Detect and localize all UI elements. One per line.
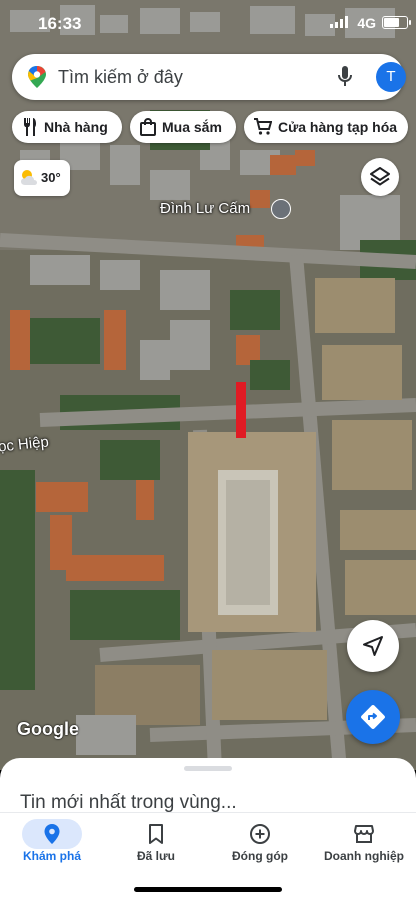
chip-label: Mua sắm [162, 119, 222, 135]
layers-button[interactable] [361, 158, 399, 196]
layers-icon [370, 167, 390, 186]
chip-grocery[interactable]: Cửa hàng tạp hóa [244, 111, 408, 143]
tab-icon-container [22, 819, 82, 849]
network-type: 4G [357, 15, 376, 31]
place-label[interactable]: Đình Lư Cấm [160, 200, 250, 217]
search-input[interactable]: Tìm kiếm ở đây [58, 67, 183, 88]
partly-cloudy-icon [21, 170, 37, 185]
weather-badge[interactable]: 30° [14, 160, 70, 196]
search-bar[interactable]: Tìm kiếm ở đây T [12, 54, 406, 100]
add-circle-icon [250, 824, 270, 844]
chip-restaurants[interactable]: Nhà hàng [12, 111, 122, 143]
account-avatar[interactable]: T [376, 62, 406, 92]
tab-label: Doanh nghiệp [324, 849, 404, 863]
bottom-navigation: Khám phá Đã lưu Đóng góp Doanh nghiệp [0, 812, 416, 901]
directions-button[interactable] [346, 690, 400, 744]
tab-label: Đã lưu [136, 849, 176, 863]
bookmark-icon [149, 824, 163, 844]
storefront-icon [354, 825, 374, 843]
battery-icon [382, 16, 411, 29]
shopping-bag-icon [140, 118, 156, 136]
status-bar: 16:33 4G [0, 0, 416, 44]
restaurant-icon [24, 118, 36, 136]
tab-label: Đóng góp [232, 849, 288, 863]
tab-icon-container [126, 819, 186, 849]
chip-label: Cửa hàng tạp hóa [278, 119, 398, 135]
tab-business[interactable]: Doanh nghiệp [312, 813, 416, 873]
directions-icon [361, 705, 385, 729]
tab-explore[interactable]: Khám phá [0, 813, 104, 873]
pin-marker-shape [236, 382, 246, 438]
landmark-icon[interactable] [271, 199, 291, 219]
my-location-button[interactable] [347, 620, 399, 672]
chip-shopping[interactable]: Mua sắm [130, 111, 236, 143]
signal-icon [330, 16, 348, 28]
weather-temp: 30° [41, 170, 61, 185]
navigation-arrow-icon [363, 636, 383, 656]
google-logo: Google [17, 719, 79, 739]
status-time: 16:33 [38, 14, 82, 33]
tab-contribute[interactable]: Đóng góp [208, 813, 312, 873]
explore-pin-icon [44, 824, 60, 844]
latest-news-title: Tin mới nhất trong vùng... [20, 792, 237, 813]
home-indicator[interactable] [134, 887, 282, 892]
mic-icon[interactable] [337, 66, 353, 88]
maps-pin-icon [28, 66, 46, 88]
sheet-handle[interactable] [184, 766, 232, 771]
cart-icon [254, 118, 272, 135]
chip-label: Nhà hàng [44, 119, 108, 135]
tab-label: Khám phá [22, 849, 81, 863]
tab-saved[interactable]: Đã lưu [104, 813, 208, 873]
tab-icon-container [230, 819, 290, 849]
tab-icon-container [334, 819, 394, 849]
